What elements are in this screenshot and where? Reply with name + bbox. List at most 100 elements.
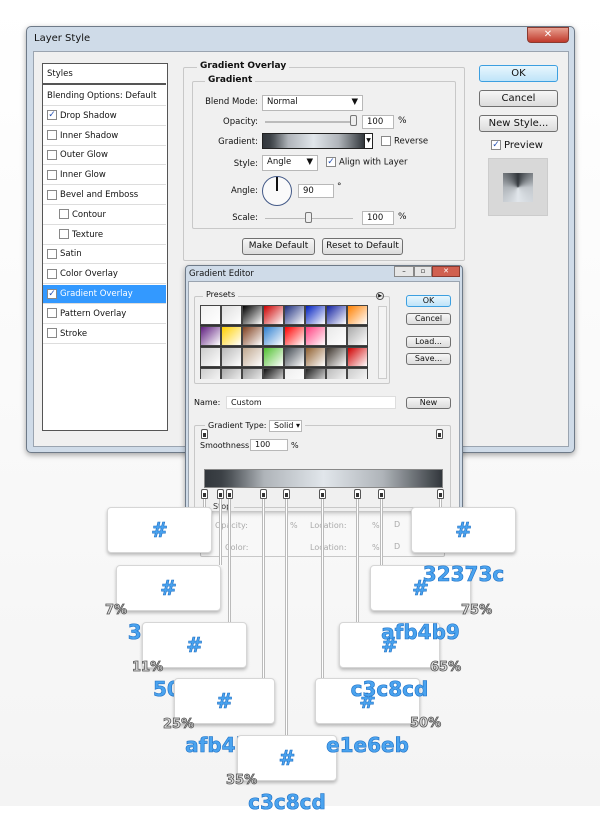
preset-swatch[interactable]	[305, 305, 326, 325]
preview-checkbox[interactable]: ✓ Preview	[491, 140, 543, 151]
opacity-input[interactable]: 100	[362, 115, 394, 129]
style-item[interactable]: Outer Glow	[43, 146, 166, 166]
color-stop[interactable]	[283, 489, 291, 499]
reset-to-default-button[interactable]: Reset to Default	[322, 238, 403, 255]
color-stop[interactable]	[226, 489, 234, 499]
gradient-label: Gradient:	[218, 137, 258, 147]
checkbox-icon	[59, 229, 69, 240]
color-stop[interactable]	[318, 489, 326, 499]
callout-line	[261, 498, 265, 678]
style-item[interactable]: Stroke	[43, 324, 166, 344]
preset-swatch[interactable]	[221, 368, 242, 379]
style-item-label: Outer Glow	[60, 150, 108, 161]
angle-dial[interactable]	[262, 176, 292, 206]
preset-swatch[interactable]	[200, 347, 221, 367]
new-style-button[interactable]: New Style...	[479, 115, 558, 132]
style-item[interactable]: Bevel and Emboss	[43, 186, 166, 205]
preset-swatch[interactable]	[263, 305, 284, 325]
preset-swatch[interactable]	[326, 368, 347, 379]
preset-swatch[interactable]	[347, 326, 368, 346]
style-item[interactable]: Texture	[43, 225, 166, 245]
opacity-slider-handle[interactable]	[350, 115, 357, 126]
preset-swatch[interactable]	[305, 326, 326, 346]
style-item[interactable]: Blending Options: Default	[43, 87, 166, 106]
preset-swatch[interactable]	[284, 347, 305, 367]
gradient-type-value: Solid	[273, 421, 294, 430]
preset-swatch[interactable]	[200, 305, 221, 325]
color-stop[interactable]	[217, 489, 225, 499]
color-stop[interactable]	[353, 489, 361, 499]
style-item-label: Texture	[72, 229, 104, 240]
maximize-button[interactable]: ▫	[414, 266, 432, 277]
editor-ok-button[interactable]: OK	[406, 295, 451, 307]
style-item[interactable]: Pattern Overlay	[43, 304, 166, 324]
scale-slider-handle[interactable]	[304, 212, 312, 223]
preset-swatch[interactable]	[200, 326, 221, 346]
preset-swatch[interactable]	[347, 347, 368, 367]
color-stop[interactable]	[259, 489, 267, 499]
preset-swatch[interactable]	[326, 347, 347, 367]
gradient-picker[interactable]	[262, 133, 365, 149]
color-stop[interactable]	[200, 489, 208, 499]
load-button[interactable]: Load...	[406, 336, 451, 348]
save-button[interactable]: Save...	[406, 353, 451, 365]
reverse-checkbox[interactable]: Reverse	[381, 136, 428, 147]
style-item[interactable]: Contour	[43, 205, 166, 225]
color-stop[interactable]	[377, 489, 385, 499]
gradient-bar[interactable]	[204, 469, 443, 488]
style-item[interactable]: Inner Glow	[43, 166, 166, 186]
close-button[interactable]: ✕	[527, 27, 569, 43]
preset-swatch[interactable]	[242, 305, 263, 325]
ok-button[interactable]: OK	[479, 65, 558, 82]
style-item[interactable]: Color Overlay	[43, 265, 166, 285]
preset-swatch[interactable]	[347, 305, 368, 325]
preset-swatch[interactable]	[200, 368, 221, 379]
opacity-stop-left[interactable]	[201, 429, 208, 439]
angle-input[interactable]: 90	[298, 184, 334, 198]
style-item[interactable]: Inner Shadow	[43, 126, 166, 146]
style-item[interactable]: ✓ Gradient Overlay	[43, 285, 166, 304]
preset-swatch[interactable]	[263, 368, 284, 379]
new-button[interactable]: New	[406, 397, 451, 409]
gradient-dropdown[interactable]: ▼	[364, 133, 373, 149]
preset-swatch[interactable]	[284, 326, 305, 346]
cancel-button[interactable]: Cancel	[479, 90, 558, 107]
style-item[interactable]: Satin	[43, 245, 166, 265]
style-select[interactable]: Angle ▼	[262, 155, 318, 171]
name-input[interactable]: Custom	[226, 396, 396, 409]
preset-swatch[interactable]	[284, 368, 305, 379]
preset-swatch[interactable]	[284, 305, 305, 325]
smoothness-input[interactable]: 100	[250, 439, 288, 451]
preset-swatch[interactable]	[263, 347, 284, 367]
preset-swatch[interactable]	[305, 347, 326, 367]
preset-swatch[interactable]	[242, 347, 263, 367]
preset-swatch[interactable]	[326, 305, 347, 325]
preset-swatch[interactable]	[305, 368, 326, 379]
gradient-type-select[interactable]: Solid ▾	[268, 420, 302, 432]
preset-swatch[interactable]	[347, 368, 368, 379]
align-with-layer-checkbox[interactable]: ✓ Align with Layer	[326, 157, 407, 168]
opacity-slider[interactable]	[265, 121, 355, 123]
style-item[interactable]: ✓ Drop Shadow	[43, 106, 166, 126]
presets-scrollbar[interactable]	[378, 306, 387, 379]
color-stop[interactable]	[436, 489, 444, 499]
scale-input[interactable]: 100	[362, 211, 394, 225]
presets-menu-icon[interactable]: ▶	[376, 292, 384, 300]
preset-swatch[interactable]	[221, 326, 242, 346]
preset-swatch[interactable]	[221, 305, 242, 325]
preset-swatch[interactable]	[221, 347, 242, 367]
opacity-stop-right[interactable]	[436, 429, 443, 439]
make-default-button[interactable]: Make Default	[242, 238, 315, 255]
delete-button[interactable]: D	[394, 520, 400, 529]
checkmark-icon: ✓	[47, 110, 57, 121]
minimize-button[interactable]: –	[394, 266, 414, 277]
checkbox-icon	[47, 130, 57, 141]
editor-cancel-button[interactable]: Cancel	[406, 313, 451, 325]
preset-swatch[interactable]	[242, 326, 263, 346]
preset-swatch[interactable]	[326, 326, 347, 346]
close-button[interactable]: ✕	[432, 266, 460, 277]
preset-swatch[interactable]	[263, 326, 284, 346]
blend-mode-select[interactable]: Normal ▼	[262, 95, 363, 111]
preset-swatch[interactable]	[242, 368, 263, 379]
delete-button-2[interactable]: D	[394, 542, 400, 551]
